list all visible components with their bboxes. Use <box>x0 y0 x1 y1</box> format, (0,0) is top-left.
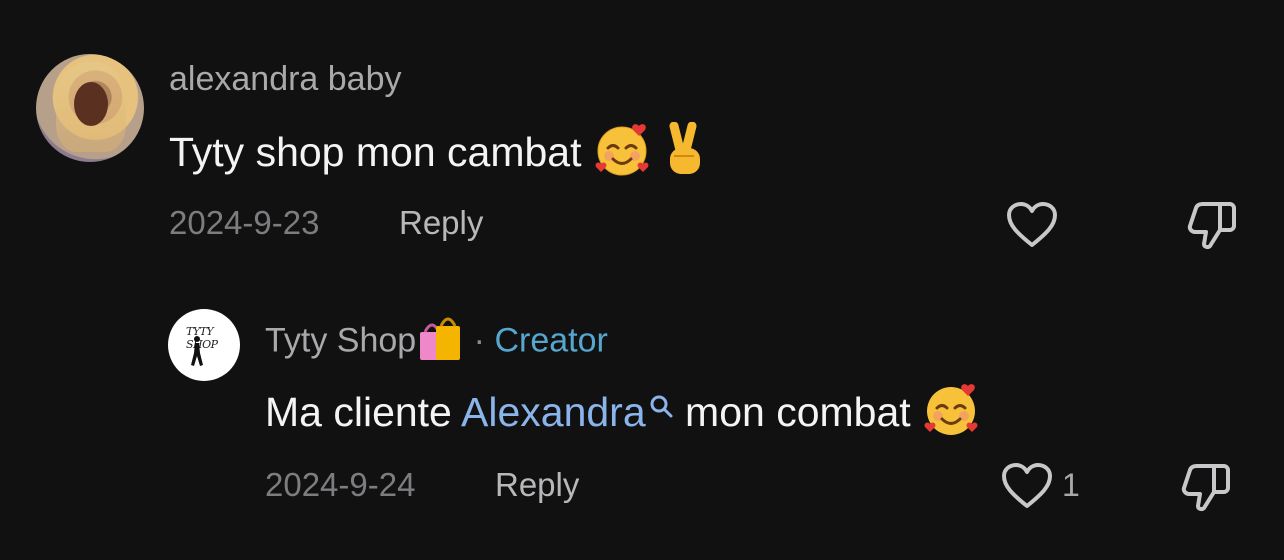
avatar-face <box>74 82 108 126</box>
shop-avatar[interactable]: TYTY SHOP <box>168 309 240 381</box>
mention-name: Alexandra <box>461 388 646 435</box>
comment-text: Tyty shop mon cambat <box>169 121 708 188</box>
comment-date: 2024-9-23 <box>169 204 320 241</box>
smiling-face-with-hearts-icon <box>593 122 651 188</box>
thumbs-down-icon[interactable] <box>1186 200 1238 257</box>
separator-dot: · <box>473 321 485 360</box>
victory-hand-icon <box>662 121 708 188</box>
reply-username[interactable]: Tyty Shop <box>265 321 416 359</box>
reply-text-before: Ma cliente <box>265 388 452 435</box>
reply-date: 2024-9-24 <box>265 466 416 503</box>
reply-button[interactable]: Reply <box>495 466 579 504</box>
search-icon <box>648 382 674 429</box>
like-count: 1 <box>1062 467 1080 503</box>
reply-username-row: Tyty Shop · Creator <box>265 314 608 371</box>
reply-button[interactable]: Reply <box>399 204 483 242</box>
reply-text: Ma cliente Alexandra mon combat <box>265 382 980 448</box>
shopping-bags-icon <box>416 314 464 371</box>
smiling-face-with-hearts-icon <box>922 382 980 448</box>
heart-icon[interactable] <box>1005 201 1059 254</box>
comment-username[interactable]: alexandra baby <box>169 60 402 99</box>
mention-link[interactable]: Alexandra <box>461 389 674 435</box>
heart-icon[interactable] <box>1000 462 1054 515</box>
avatar[interactable] <box>36 54 144 162</box>
silhouette-icon <box>191 336 203 366</box>
thumbs-down-icon[interactable] <box>1180 462 1232 519</box>
creator-badge: Creator <box>494 321 608 360</box>
reply-text-after: mon combat <box>685 388 911 435</box>
comment-text-body: Tyty shop mon cambat <box>169 128 582 175</box>
